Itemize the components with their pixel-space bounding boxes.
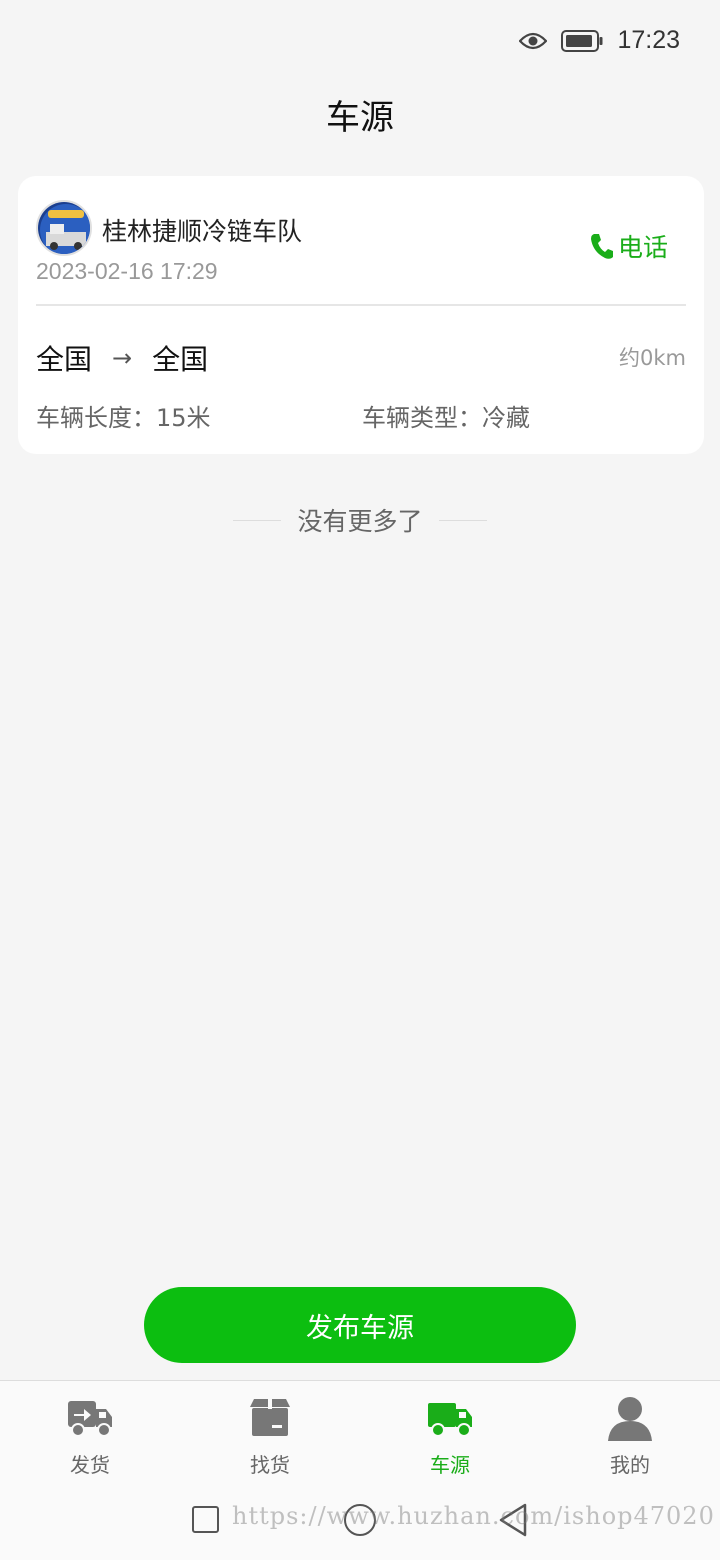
destination: 全国 — [152, 343, 209, 376]
route-arrow: → — [112, 344, 133, 372]
eye-icon — [519, 32, 548, 49]
watermark: https://www.huzhan.com/ishop47020 — [232, 1502, 715, 1530]
tab-bar: 发货 找货 车源 我的 — [0, 1380, 720, 1480]
tab-profile[interactable]: 我的 — [540, 1381, 720, 1480]
post-date: 2023-02-16 17:29 — [36, 258, 218, 284]
recent-apps-button[interactable] — [192, 1506, 219, 1533]
phone-icon — [590, 234, 613, 259]
call-button[interactable]: 电话 — [590, 228, 668, 264]
route: 全国 → 全国 — [36, 338, 208, 378]
truck-arrow-icon — [68, 1401, 112, 1437]
publish-vehicle-button[interactable]: 发布车源 — [144, 1287, 576, 1363]
tab-label: 车源 — [430, 1453, 470, 1477]
vehicle-listing-card[interactable]: 桂林捷顺冷链车队 2023-02-16 17:29 电话 全国 → 全国 约0k… — [18, 176, 704, 454]
status-time: 17:23 — [617, 26, 680, 54]
tab-label: 发货 — [70, 1453, 110, 1477]
avatar — [36, 200, 92, 256]
truck-icon — [428, 1403, 472, 1437]
vehicle-type: 车辆类型：冷藏 — [362, 404, 530, 432]
user-icon — [608, 1397, 652, 1441]
page-title: 车源 — [326, 98, 394, 138]
card-divider — [36, 304, 686, 306]
list-end-indicator: 没有更多了 — [0, 502, 720, 538]
battery-icon — [561, 29, 603, 52]
distance: 约0km — [619, 346, 686, 370]
tab-ship[interactable]: 发货 — [0, 1381, 180, 1480]
company-name: 桂林捷顺冷链车队 — [102, 217, 303, 246]
origin: 全国 — [36, 343, 93, 376]
status-bar: 17:23 — [0, 0, 720, 84]
tab-vehicles[interactable]: 车源 — [360, 1381, 540, 1480]
list-end-text: 没有更多了 — [297, 507, 423, 536]
divider-right — [438, 519, 487, 521]
divider-left — [233, 519, 282, 521]
tab-find-cargo[interactable]: 找货 — [180, 1381, 360, 1480]
box-icon — [250, 1399, 290, 1436]
vehicle-length: 车辆长度：15米 — [36, 404, 211, 432]
tab-label: 找货 — [250, 1453, 290, 1477]
tab-label: 我的 — [610, 1453, 650, 1477]
status-icons: 17:23 — [519, 26, 680, 55]
call-label: 电话 — [617, 233, 668, 262]
system-nav-bar: https://www.huzhan.com/ishop47020 — [0, 1480, 720, 1560]
